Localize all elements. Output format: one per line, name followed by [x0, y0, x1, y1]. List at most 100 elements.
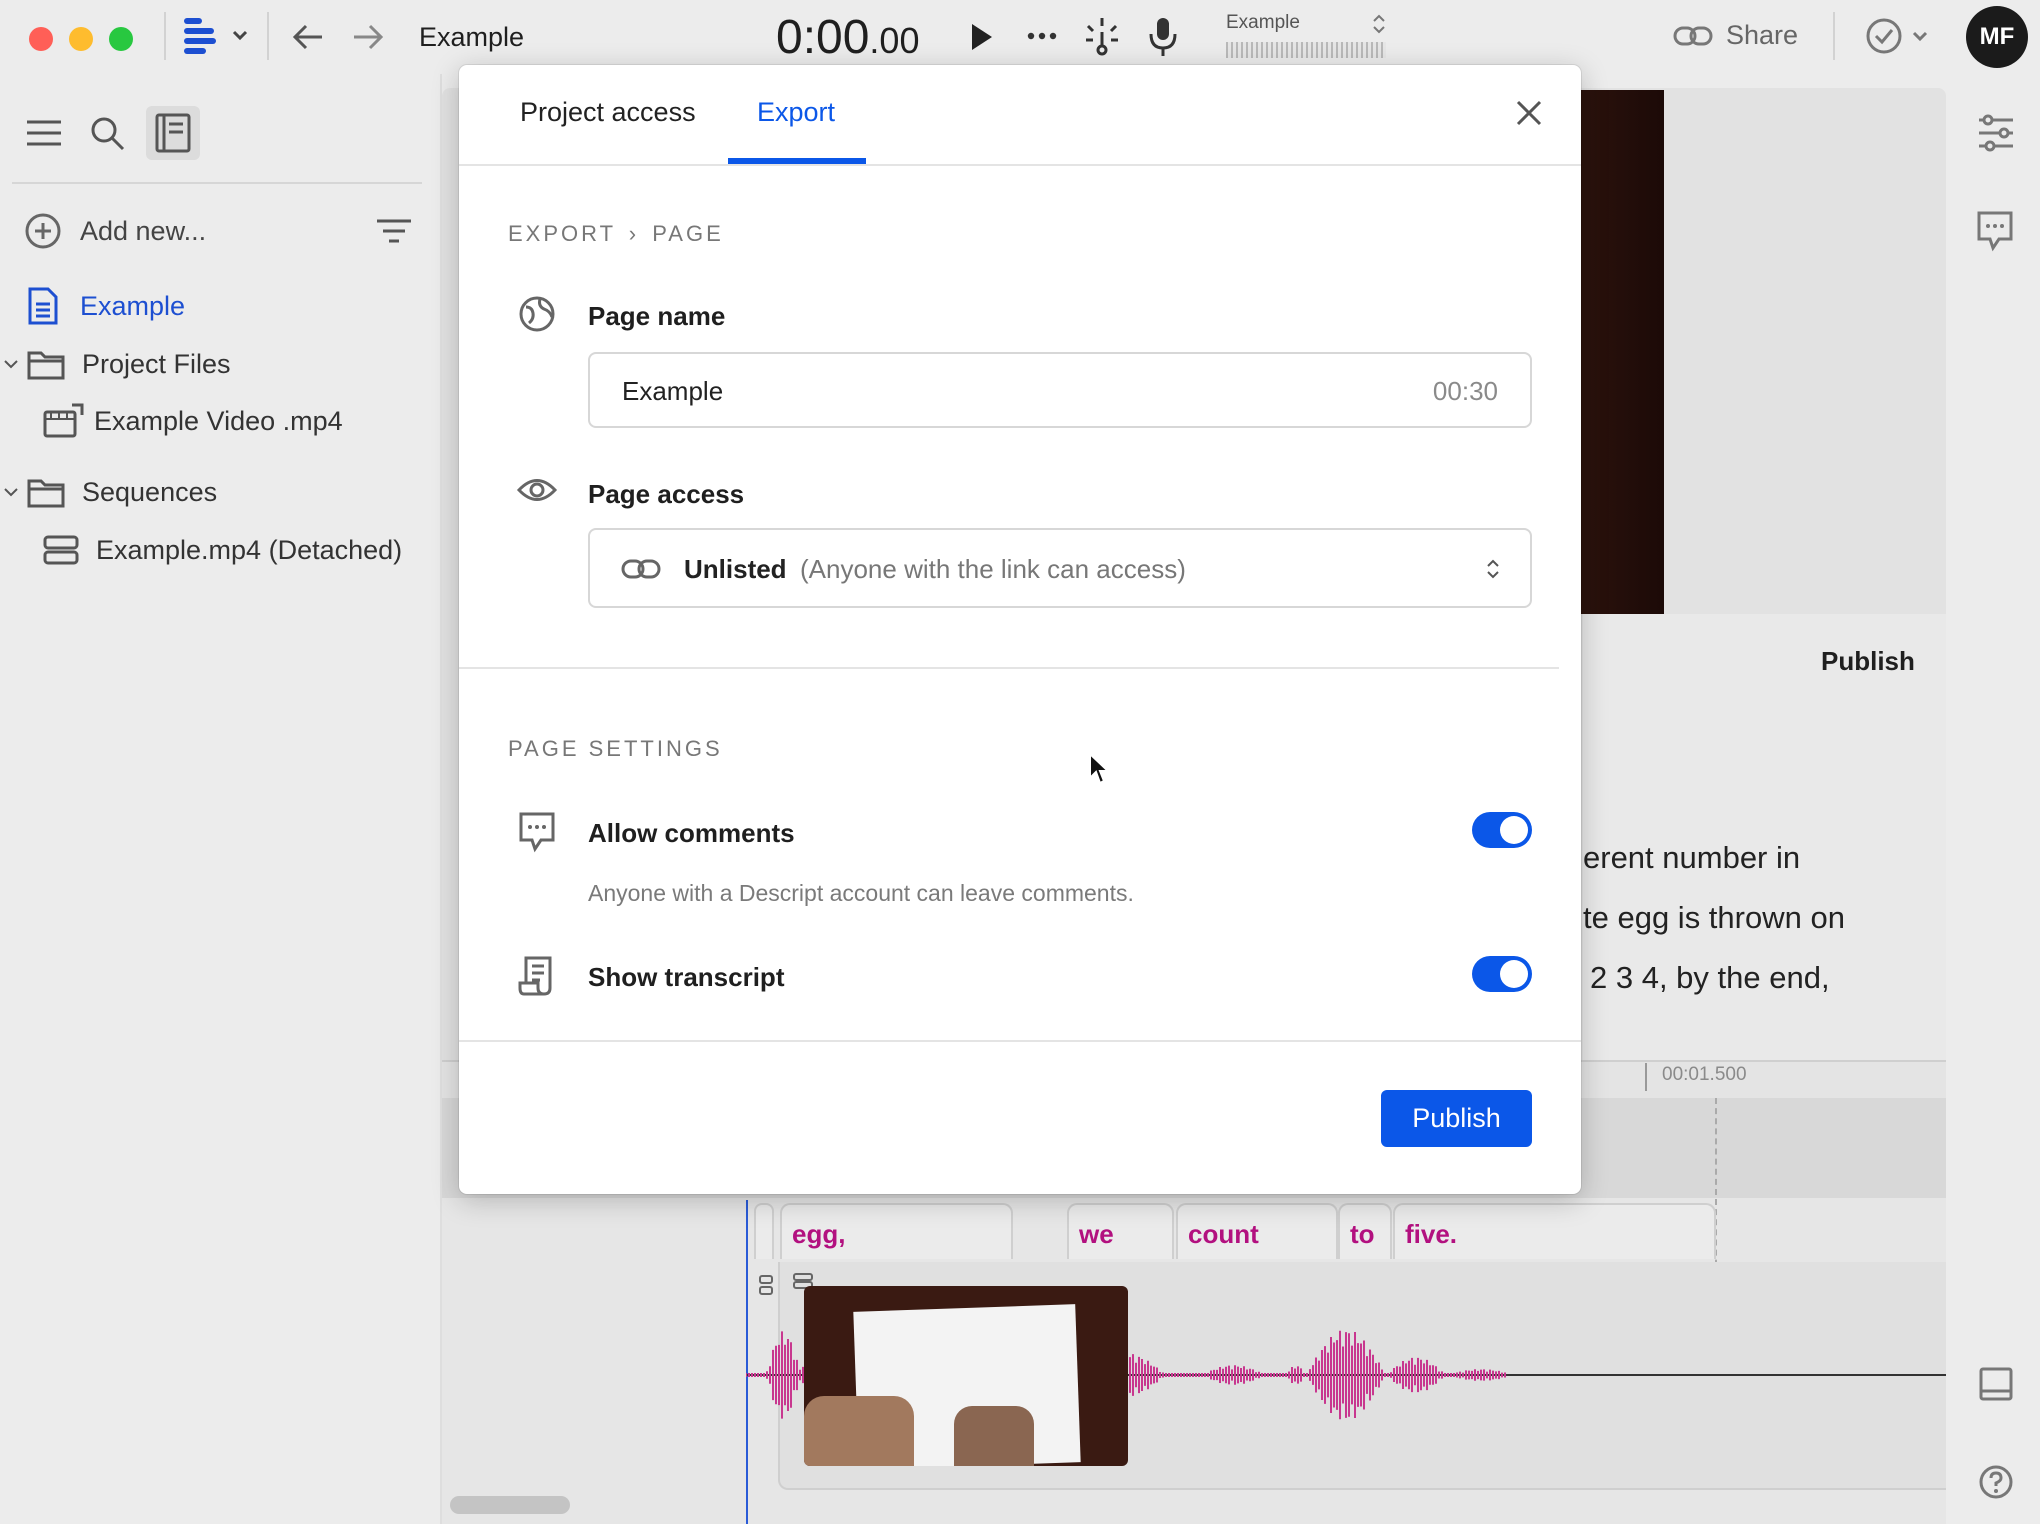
page-access-select[interactable]: Unlisted (Anyone with the link can acces… — [588, 528, 1532, 608]
transcript-line: erent number in — [1583, 840, 1801, 875]
right-rail — [1946, 74, 2040, 1524]
breadcrumb-separator: › — [628, 221, 640, 246]
review-status-button[interactable] — [1864, 16, 1934, 56]
hand-image — [954, 1406, 1034, 1466]
toggle-timeline-button[interactable] — [1978, 1366, 2014, 1402]
allow-comments-label: Allow comments — [588, 818, 795, 848]
filter-button[interactable] — [374, 216, 414, 246]
chevron-updown-icon — [1487, 559, 1499, 579]
app-menu-button[interactable] — [182, 14, 252, 60]
comment-icon — [518, 811, 556, 855]
breadcrumb-leaf: PAGE — [652, 221, 724, 246]
page-access-label: Page access — [588, 479, 745, 509]
more-button[interactable] — [1026, 26, 1058, 46]
publish-button[interactable]: Publish — [1381, 1090, 1532, 1147]
close-icon — [1516, 100, 1542, 126]
allow-comments-description: Anyone with a Descript account can leave… — [588, 880, 1134, 906]
breadcrumb: EXPORT › PAGE — [508, 221, 724, 247]
transcript-line: 2 3 4, by the end, — [1590, 960, 1830, 995]
record-button[interactable] — [1146, 14, 1180, 60]
show-transcript-toggle[interactable] — [1472, 956, 1532, 992]
divider — [12, 182, 422, 184]
back-button[interactable] — [290, 20, 326, 54]
tab-export[interactable]: Export — [757, 97, 835, 128]
sidebar-item-label: Example Video .mp4 — [94, 405, 343, 436]
divider — [1833, 12, 1835, 60]
add-new-button[interactable]: Add new... — [0, 206, 420, 256]
minimize-window-button[interactable] — [69, 27, 93, 51]
breadcrumb-root[interactable]: EXPORT — [508, 221, 616, 246]
share-label: Share — [1726, 20, 1799, 50]
word-chip[interactable]: to — [1338, 1203, 1392, 1259]
background-publish-label[interactable]: Publish — [1821, 646, 1915, 677]
sidebar: Add new... Example Project Files Example… — [0, 74, 442, 1524]
chevron-updown-icon — [1373, 14, 1385, 34]
page-name-label: Page name — [588, 301, 726, 331]
project-view-button[interactable] — [146, 106, 200, 160]
timecode-fraction: .00 — [869, 20, 920, 61]
help-icon — [1979, 1465, 2013, 1499]
word-chip[interactable]: egg, — [780, 1203, 1013, 1259]
divider — [164, 12, 166, 60]
page-name-input[interactable]: Example 00:30 — [588, 352, 1532, 428]
help-button[interactable] — [1978, 1464, 2014, 1500]
page-name-value: Example — [622, 376, 724, 406]
play-icon — [972, 24, 992, 50]
avatar[interactable]: MF — [1966, 6, 2028, 68]
hand-image — [804, 1396, 914, 1466]
sidebar-item-label: Project Files — [82, 348, 231, 379]
divider — [267, 12, 269, 60]
ai-sparkle-icon — [1086, 18, 1118, 56]
globe-icon — [518, 295, 556, 333]
share-button[interactable]: Share — [1672, 20, 1798, 51]
folder-icon — [27, 351, 65, 380]
comments-panel-button[interactable] — [1976, 210, 2014, 252]
sidebar-item-sequence-detached[interactable]: Example.mp4 (Detached) — [0, 525, 420, 575]
properties-button[interactable] — [1976, 114, 2016, 152]
menu-button[interactable] — [24, 116, 64, 150]
forward-button[interactable] — [350, 20, 386, 54]
link-icon — [621, 559, 661, 579]
sidebar-item-sequences[interactable]: Sequences — [0, 467, 420, 517]
sidebar-item-project-files[interactable]: Project Files — [0, 339, 420, 389]
sequence-icon — [43, 535, 79, 565]
sparkle-button[interactable] — [1082, 14, 1122, 58]
word-chip[interactable]: count — [1176, 1203, 1338, 1259]
hamburger-menu-icon — [27, 120, 61, 146]
horizontal-scrollbar[interactable] — [450, 1496, 570, 1514]
play-button[interactable] — [968, 20, 996, 54]
page-settings-heading: PAGE SETTINGS — [508, 736, 723, 761]
tab-project-access[interactable]: Project access — [520, 97, 696, 128]
word-chip[interactable] — [754, 1203, 774, 1259]
arrow-left-icon — [292, 24, 322, 50]
comment-icon — [1977, 211, 2013, 252]
close-dialog-button[interactable] — [1513, 97, 1545, 129]
allow-comments-toggle[interactable] — [1472, 812, 1532, 848]
sidebar-item-example-video[interactable]: Example Video .mp4 — [0, 396, 420, 446]
scene-selector-label[interactable]: Example — [1226, 12, 1300, 34]
sliders-icon — [1979, 114, 2013, 152]
word-chip[interactable]: we — [1067, 1203, 1174, 1259]
divider — [459, 667, 1559, 669]
project-title[interactable]: Example — [419, 22, 524, 53]
search-icon — [91, 117, 125, 151]
panel-bottom-icon — [1979, 1367, 2013, 1401]
word-chip[interactable]: five. — [1393, 1203, 1716, 1259]
search-button[interactable] — [88, 114, 126, 152]
timecode: 0:00.00 — [776, 10, 919, 65]
audio-level-meter — [1226, 42, 1386, 58]
more-dots-icon — [1027, 32, 1057, 40]
link-icon — [1673, 26, 1713, 45]
track-handle[interactable] — [758, 1274, 774, 1296]
zoom-window-button[interactable] — [109, 27, 133, 51]
publish-dialog: Project access Export EXPORT › PAGE Page… — [459, 65, 1581, 1194]
scene-selector-chevron[interactable] — [1370, 12, 1388, 36]
video-thumbnail[interactable] — [804, 1286, 1128, 1466]
sidebar-item-example[interactable]: Example — [0, 281, 420, 331]
timecode-main: 0:00 — [776, 11, 870, 64]
close-window-button[interactable] — [29, 27, 53, 51]
sidebar-item-label: Example.mp4 (Detached) — [96, 534, 403, 565]
filter-icon — [377, 219, 411, 243]
sidebar-item-label: Example — [80, 290, 186, 321]
microphone-icon — [1149, 18, 1177, 56]
